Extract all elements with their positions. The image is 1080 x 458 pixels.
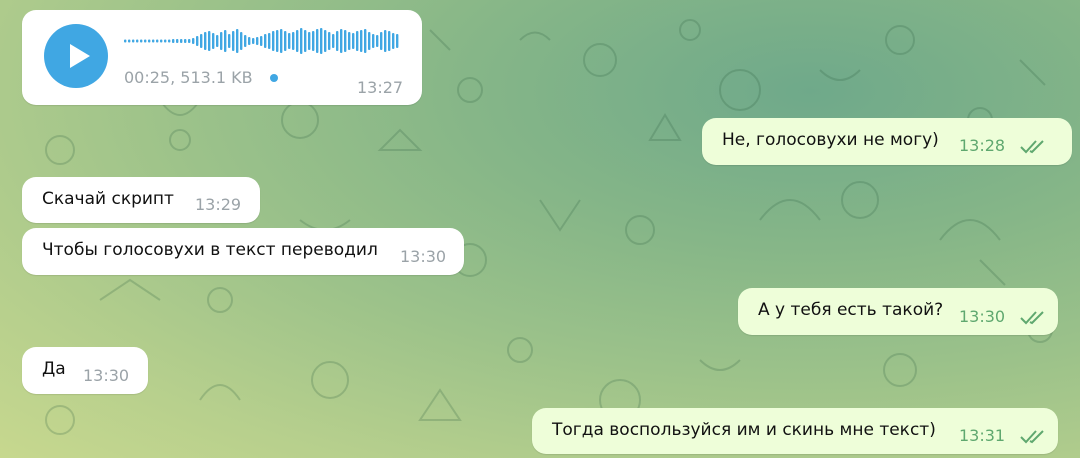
waveform-bar [388, 31, 391, 51]
waveform-bar [212, 33, 215, 49]
waveform-bar [276, 30, 279, 52]
waveform-bar [128, 39, 131, 43]
waveform-bar [156, 39, 159, 43]
waveform-bar [296, 30, 299, 52]
waveform-bar [172, 39, 175, 43]
waveform-bar [224, 30, 227, 52]
waveform-bar [184, 39, 187, 43]
waveform-bar [200, 34, 203, 48]
waveform-bar [132, 39, 135, 43]
message-time: 13:31 [959, 426, 1006, 445]
waveform-bar [332, 34, 335, 48]
waveform-bar [348, 32, 351, 50]
message-text: А у тебя есть такой? [758, 300, 944, 320]
waveform-bar [228, 34, 231, 48]
incoming-message-bubble[interactable]: Скачай скрипт 13:29 [22, 177, 260, 223]
message-time: 13:28 [959, 136, 1006, 155]
waveform-bar [268, 33, 271, 49]
outgoing-message-bubble[interactable]: Не, голосовухи не могу) 13:28 [702, 118, 1072, 165]
waveform-bar [248, 37, 251, 45]
waveform-bar [308, 32, 311, 50]
waveform-bar [180, 39, 183, 43]
message-time: 13:30 [400, 247, 447, 266]
waveform-bar [304, 30, 307, 52]
voice-waveform[interactable] [124, 26, 400, 56]
waveform-bar [340, 29, 343, 53]
waveform-bar [244, 35, 247, 47]
waveform-bar [264, 34, 267, 48]
waveform-bar [392, 33, 395, 49]
waveform-bar [328, 32, 331, 50]
waveform-bar [376, 35, 379, 47]
voice-message-time: 13:27 [357, 78, 404, 97]
waveform-bar [316, 29, 319, 53]
waveform-bar [320, 28, 323, 54]
message-text: Не, голосовухи не могу) [722, 130, 939, 150]
waveform-bar [216, 35, 219, 47]
incoming-message-bubble[interactable]: Да 13:30 [22, 347, 148, 394]
waveform-bar [384, 30, 387, 52]
waveform-bar [372, 34, 375, 48]
waveform-bar [148, 39, 151, 43]
waveform-bar [240, 32, 243, 50]
waveform-bar [312, 31, 315, 51]
message-text: Да [42, 359, 66, 379]
waveform-bar [188, 39, 191, 43]
waveform-bar [272, 31, 275, 51]
waveform-bar [368, 32, 371, 50]
play-icon [70, 44, 90, 68]
double-check-icon [1020, 430, 1044, 444]
message-time: 13:29 [195, 195, 242, 214]
message-text: Тогда воспользуйся им и скинь мне текст) [552, 420, 936, 440]
waveform-bar [280, 29, 283, 53]
waveform-bar [236, 29, 239, 53]
waveform-bar [124, 39, 127, 43]
waveform-bar [292, 32, 295, 50]
waveform-bar [284, 31, 287, 51]
waveform-bar [176, 39, 179, 43]
double-check-icon [1020, 311, 1044, 325]
voice-message-meta: 00:25, 513.1 KB [124, 68, 253, 87]
waveform-bar [252, 38, 255, 44]
waveform-bar [256, 37, 259, 45]
waveform-bar [164, 39, 167, 43]
waveform-bar [196, 36, 199, 46]
waveform-bar [356, 31, 359, 51]
message-text: Чтобы голосовухи в текст переводил [42, 240, 378, 260]
waveform-bar [152, 39, 155, 43]
waveform-bar [396, 34, 399, 48]
double-check-icon [1020, 140, 1044, 154]
waveform-bar [336, 31, 339, 51]
waveform-bar [140, 39, 143, 43]
waveform-bar [144, 39, 147, 43]
message-time: 13:30 [83, 366, 130, 385]
play-button[interactable] [44, 24, 108, 88]
waveform-bar [352, 33, 355, 49]
waveform-bar [260, 36, 263, 46]
waveform-bar [192, 38, 195, 44]
message-time: 13:30 [959, 307, 1006, 326]
waveform-bar [168, 39, 171, 43]
unplayed-dot-indicator [270, 74, 278, 82]
waveform-bar [208, 31, 211, 51]
waveform-bar [204, 32, 207, 50]
waveform-bar [324, 30, 327, 52]
waveform-bar [360, 30, 363, 52]
waveform-bar [160, 39, 163, 43]
incoming-message-bubble[interactable]: Чтобы голосовухи в текст переводил 13:30 [22, 228, 464, 275]
message-text: Скачай скрипт [42, 189, 174, 209]
waveform-bar [288, 33, 291, 49]
waveform-bar [364, 29, 367, 53]
outgoing-message-bubble[interactable]: А у тебя есть такой? 13:30 [738, 288, 1058, 335]
waveform-bar [380, 32, 383, 50]
waveform-bar [300, 28, 303, 54]
waveform-bar [220, 32, 223, 50]
waveform-bar [136, 39, 139, 43]
waveform-bar [232, 31, 235, 51]
outgoing-message-bubble[interactable]: Тогда воспользуйся им и скинь мне текст)… [532, 408, 1058, 454]
waveform-bar [344, 30, 347, 52]
